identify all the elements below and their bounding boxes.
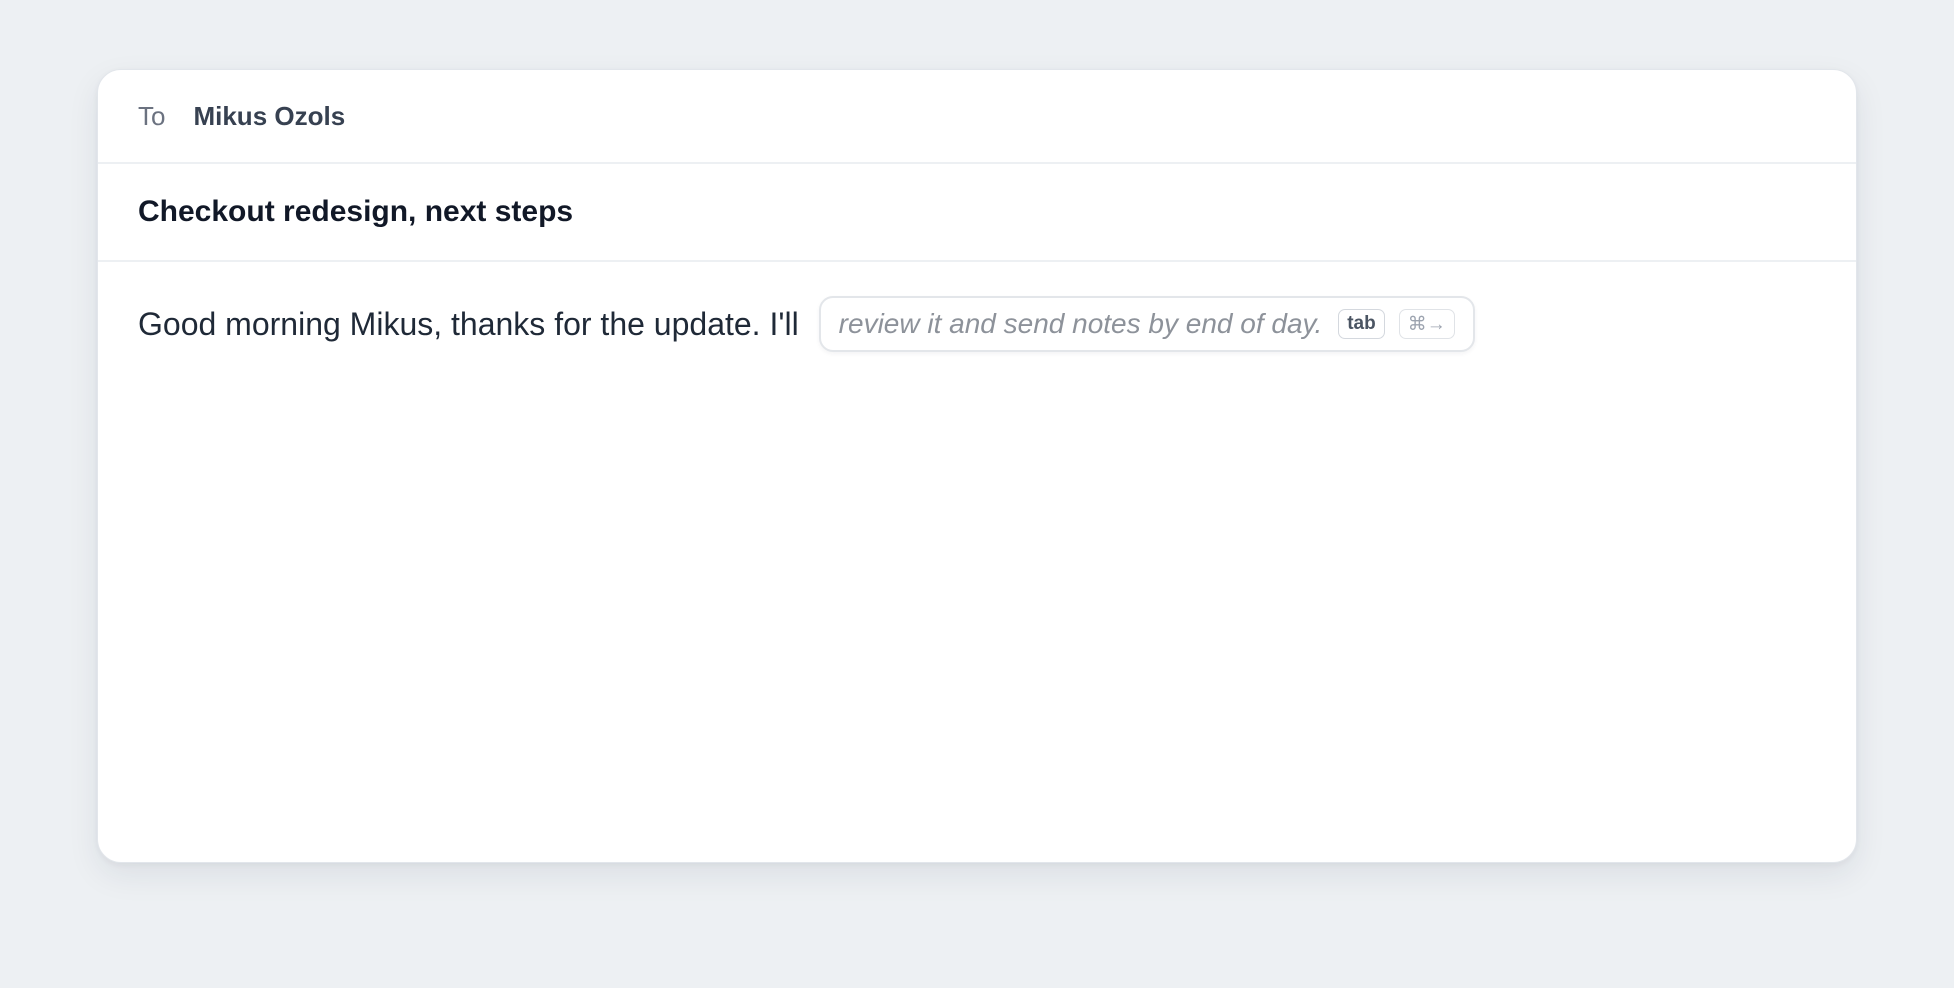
recipient-name[interactable]: Mikus Ozols [193,101,345,132]
to-label: To [138,100,166,131]
to-row[interactable]: To Mikus Ozols [98,70,1856,164]
cmd-arrow-key-hint[interactable]: ⌘→ [1398,309,1455,339]
subject-row[interactable]: Checkout redesign, next steps [98,164,1856,262]
suggestion-text[interactable]: review it and send notes by end of day. [839,308,1323,340]
tab-key-hint[interactable]: tab [1338,309,1385,339]
body-text[interactable]: Good morning Mikus, thanks for the updat… [138,306,799,343]
subject-field[interactable]: Checkout redesign, next steps [138,195,573,229]
autocomplete-suggestion[interactable]: review it and send notes by end of day. … [818,296,1475,352]
compose-card: To Mikus Ozols Checkout redesign, next s… [97,69,1857,863]
message-body[interactable]: Good morning Mikus, thanks for the updat… [98,262,1856,352]
